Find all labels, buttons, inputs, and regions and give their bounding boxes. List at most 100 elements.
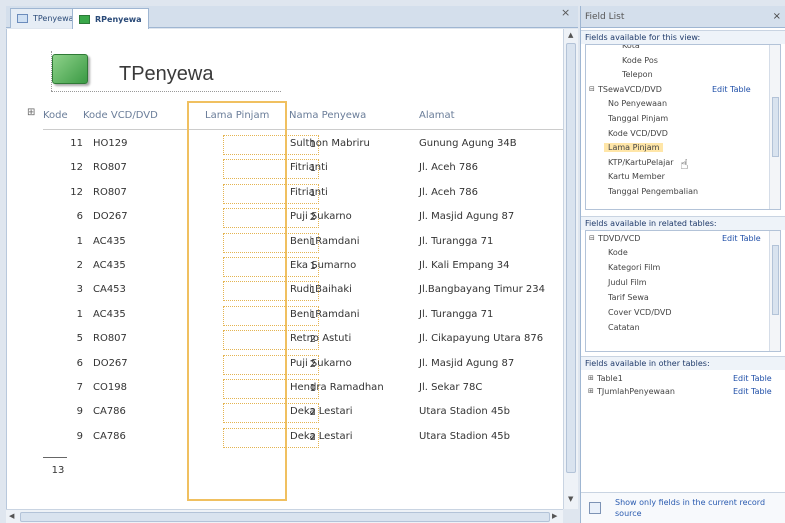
collapse-icon[interactable]: ⊟	[589, 234, 595, 242]
field-item[interactable]: Kategori Film	[608, 263, 660, 272]
edit-table-link[interactable]: Edit Table	[733, 387, 772, 396]
field-item[interactable]: Tanggal Pengembalian	[608, 187, 698, 196]
expand-icon[interactable]: ⊞	[588, 387, 594, 395]
other-fields-list[interactable]: ⊞ Table1 Edit Table ⊞ TJumlahPenyewaan Edit T…	[585, 370, 781, 488]
field-item[interactable]: Telepon	[622, 70, 653, 79]
scroll-down-icon[interactable]: ▼	[568, 495, 573, 503]
field-item[interactable]: Kode	[608, 248, 628, 257]
field-item[interactable]: Tarif Sewa	[608, 293, 649, 302]
field-list-footer: Show only fields in the current record s…	[581, 492, 785, 523]
header-kode[interactable]: Kode	[43, 110, 68, 121]
show-only-current-source-link[interactable]: Show only fields in the current record s…	[615, 497, 785, 519]
cell-kode: 5	[76, 333, 83, 345]
tab-tpenyewa[interactable]: TPenyewa	[10, 8, 81, 28]
scroll-thumb[interactable]	[566, 43, 576, 473]
cell-kode: 3	[76, 284, 83, 296]
table-row[interactable]: 9 CA786 2 Deka Lestari Utara Stadion 45b	[43, 401, 563, 425]
cell-alamat: Jl. Turangga 71	[419, 235, 494, 247]
cell-alamat: Jl. Kali Empang 34	[419, 260, 510, 271]
edit-table-link[interactable]: Edit Table	[722, 234, 761, 243]
table-row[interactable]: 6 DO267 2 Puji Sukarno Jl. Masjid Agung 87	[43, 353, 563, 377]
report-icon	[79, 14, 90, 24]
scroll-right-icon[interactable]: ▶	[552, 512, 557, 520]
vertical-scrollbar[interactable]: ▲ ▼	[563, 29, 578, 509]
field-item[interactable]: Tanggal Pinjam	[608, 114, 668, 123]
cell-kode: 1	[76, 308, 83, 320]
report-title[interactable]: TPenyewa	[119, 63, 214, 86]
close-icon[interactable]: ×	[773, 11, 781, 22]
field-item-selected[interactable]: Lama Pinjam	[604, 143, 664, 153]
fields-scrollbar[interactable]	[769, 45, 780, 209]
scroll-up-icon[interactable]: ▲	[568, 31, 573, 39]
field-item[interactable]: Cover VCD/DVD	[608, 308, 672, 317]
cell-nama-penyewa: Retno Astuti	[290, 333, 352, 345]
cell-alamat: Jl. Cikapayung Utara 876	[419, 333, 544, 345]
cell-kode: 9	[76, 406, 83, 418]
section-guide	[51, 91, 281, 92]
edit-table-link[interactable]: Edit Table	[733, 374, 772, 383]
cell-kode-vcd: CA453	[93, 284, 126, 296]
field-item[interactable]: Kode VCD/DVD	[608, 129, 668, 138]
header-nama-penyewa[interactable]: Nama Penyewa	[289, 110, 366, 121]
related-table-name[interactable]: TDVD/VCD	[598, 234, 640, 243]
cell-nama-penyewa: Puji Sukarno	[290, 357, 352, 369]
table-row[interactable]: 1 AC435 1 Beni Ramdani Jl. Turangga 71	[43, 231, 563, 255]
cell-kode: 9	[76, 430, 83, 442]
table-row[interactable]: 5 RO807 2 Retno Astuti Jl. Cikapayung Utara …	[43, 328, 563, 352]
table-row[interactable]: 1 AC435 1 Beni Ramdani Jl. Turangga 71	[43, 304, 563, 328]
cell-alamat: Jl. Masjid Agung 87	[419, 211, 515, 223]
field-list-header: Field List	[581, 6, 785, 28]
field-item[interactable]: Kota	[622, 45, 640, 50]
related-fields-list[interactable]: ⊟ TDVD/VCD Edit Table Kode Kategori Film J…	[585, 230, 781, 352]
filter-fields-icon	[589, 502, 601, 514]
table-name[interactable]: TSewaVCD/DVD	[598, 85, 662, 94]
cell-nama-penyewa: Rudi Baihaki	[290, 284, 352, 296]
field-item[interactable]: Judul Film	[608, 278, 647, 287]
cell-alamat: Jl. Aceh 786	[419, 186, 479, 198]
field-item[interactable]: Catatan	[608, 323, 640, 332]
tab-label: RPenyewa	[95, 14, 142, 24]
field-list-pane: Field List × Fields available for this v…	[580, 6, 785, 523]
cell-kode: 7	[76, 382, 83, 393]
table-row[interactable]: 12 RO807 1 Fitrianti Jl. Aceh 786	[43, 182, 563, 206]
document-tab-bar: TPenyewa RPenyewa	[6, 6, 578, 29]
table-row[interactable]: 2 AC435 1 Eka Sumarno Jl. Kali Empang 34	[43, 255, 563, 279]
scroll-thumb[interactable]	[772, 245, 779, 315]
cell-kode-vcd: CA786	[93, 406, 126, 418]
field-item[interactable]: Kartu Member	[608, 172, 665, 181]
cell-alamat: Jl. Turangga 71	[419, 308, 494, 320]
field-item[interactable]: No Penyewaan	[608, 99, 667, 108]
expand-icon[interactable]: ⊞	[588, 374, 594, 382]
cell-kode: 2	[76, 260, 83, 271]
fields-scrollbar[interactable]	[769, 231, 780, 351]
edit-table-link[interactable]: Edit Table	[712, 85, 751, 94]
header-alamat[interactable]: Alamat	[419, 110, 455, 121]
table-row[interactable]: 12 RO807 1 Fitrianti Jl. Aceh 786	[43, 157, 563, 181]
table-row[interactable]: 9 CA786 2 Deka Lestari Utara Stadion 45b	[43, 426, 563, 450]
table-name[interactable]: Table1	[597, 374, 623, 383]
cell-kode-vcd: CA786	[93, 430, 126, 442]
record-count-total[interactable]: 13	[43, 465, 73, 476]
cell-nama-penyewa: Beni Ramdani	[290, 308, 360, 320]
field-item[interactable]: Kode Pos	[622, 56, 658, 65]
table-row[interactable]: 7 CO198 1 Hendra Ramadhan Jl. Sekar 78C	[43, 377, 563, 401]
cell-kode-vcd: CO198	[93, 382, 127, 393]
field-item[interactable]: KTP/KartuPelajar	[608, 158, 674, 167]
header-kode-vcd[interactable]: Kode VCD/DVD	[83, 110, 158, 121]
scroll-thumb[interactable]	[20, 512, 550, 522]
cell-alamat: Jl.Bangbayang Timur 234	[419, 284, 546, 296]
tab-rpenyewa[interactable]: RPenyewa	[72, 8, 149, 29]
tab-label: TPenyewa	[33, 14, 74, 23]
cell-kode-vcd: DO267	[93, 211, 128, 223]
current-fields-list[interactable]: Kota Kode Pos Telepon ⊟ TSewaVCD/DVD Edit Tab…	[585, 44, 781, 210]
table-row[interactable]: 6 DO267 2 Puji Sukarno Jl. Masjid Agung 87	[43, 206, 563, 230]
scroll-left-icon[interactable]: ◀	[9, 512, 14, 520]
table-row[interactable]: 11 HO129 1 Sulthon Mabriru Gunung Agung 34B	[43, 133, 563, 157]
layout-move-handle-icon[interactable]: ⊞	[27, 107, 35, 118]
close-icon[interactable]: ×	[561, 6, 570, 19]
collapse-icon[interactable]: ⊟	[589, 85, 595, 93]
table-name[interactable]: TJumlahPenyewaan	[597, 387, 675, 396]
scroll-thumb[interactable]	[772, 97, 779, 157]
horizontal-scrollbar[interactable]: ◀ ▶	[6, 509, 563, 523]
table-row[interactable]: 3 CA453 1 Rudi Baihaki Jl.Bangbayang Timur 2…	[43, 279, 563, 303]
